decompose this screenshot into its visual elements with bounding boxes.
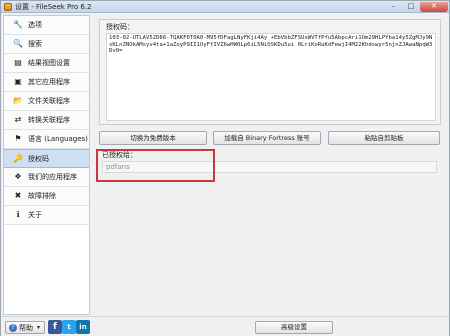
chevron-down-icon: ▾ (37, 324, 41, 331)
facebook-icon[interactable]: f (48, 320, 62, 334)
annotation-highlight-box (96, 149, 215, 182)
sidebar-item-license[interactable]: 🔑 授权码 (4, 149, 89, 168)
close-button[interactable]: ✕ (420, 2, 448, 12)
bottom-bar: ? 帮助 ▾ f t in 高级设置 (1, 316, 449, 336)
sidebar-item-label: 搜索 (28, 40, 42, 48)
sidebar-item-our-apps[interactable]: ❖ 我们的应用程序 (4, 168, 89, 187)
tools-icon: ✖ (14, 191, 22, 200)
sidebar-item-label: 转换关联程序 (28, 116, 70, 124)
sidebar-item-label: 授权码 (28, 155, 49, 163)
sidebar-item-label: 语言 (Languages) (28, 135, 88, 143)
apps-icon: ❖ (14, 172, 22, 181)
help-label: 帮助 (19, 324, 33, 332)
paste-from-clipboard-button[interactable]: 粘贴自剪贴板 (328, 131, 440, 145)
twitter-icon[interactable]: t (62, 320, 76, 334)
window-icon: ▣ (14, 77, 22, 86)
sidebar-item-search[interactable]: 🔍 搜索 (4, 35, 89, 54)
sidebar-item-label: 其它应用程序 (28, 78, 70, 86)
sidebar-item-convert-associations[interactable]: ⇄ 转换关联程序 (4, 111, 89, 130)
sidebar-item-troubleshooting[interactable]: ✖ 故障排除 (4, 187, 89, 206)
sidebar-item-options[interactable]: 🔧 选项 (4, 16, 89, 35)
info-icon: ℹ (16, 210, 20, 219)
minimize-button[interactable]: – (384, 2, 402, 12)
sidebar-item-results-view[interactable]: ▤ 结果视图设置 (4, 54, 89, 73)
maximize-button[interactable]: □ (402, 2, 420, 12)
settings-sidebar: 🔧 选项 🔍 搜索 ▤ 结果视图设置 ▣ 其它应用程序 📂 文件关联程序 ⇄ 转… (3, 15, 90, 315)
license-code-label: 授权码： (106, 23, 134, 31)
advanced-settings-button[interactable]: 高级设置 (255, 321, 333, 334)
help-button[interactable]: ? 帮助 ▾ (5, 321, 45, 334)
wrench-icon: 🔧 (13, 20, 23, 29)
fileseek-app-icon (4, 3, 12, 11)
sidebar-item-file-associations[interactable]: 📂 文件关联程序 (4, 92, 89, 111)
sidebar-item-label: 关于 (28, 211, 42, 219)
switch-to-free-button[interactable]: 切换为免费版本 (99, 131, 207, 145)
sidebar-item-label: 结果视图设置 (28, 59, 70, 67)
license-code-group: 授权码： 103-02-UTLAV52D66-TQAKF0T0A0-M95fDF… (99, 19, 441, 125)
load-from-binary-fortress-button[interactable]: 加载自 Binary Fortress 账号 (213, 131, 321, 145)
sidebar-item-languages[interactable]: ⚑ 语言 (Languages) (4, 130, 89, 149)
sidebar-item-other-apps[interactable]: ▣ 其它应用程序 (4, 73, 89, 92)
window-title: 设置 - FileSeek Pro 6.2 (15, 3, 92, 11)
settings-window: 设置 - FileSeek Pro 6.2 – □ ✕ 🔧 选项 🔍 搜索 ▤ … (0, 0, 450, 336)
magnifier-icon: 🔍 (13, 39, 23, 48)
sidebar-item-label: 选项 (28, 21, 42, 29)
sidebar-item-label: 文件关联程序 (28, 97, 70, 105)
help-icon: ? (9, 324, 17, 332)
title-bar[interactable]: 设置 - FileSeek Pro 6.2 – □ ✕ (1, 1, 449, 13)
flag-icon: ⚑ (14, 134, 22, 143)
convert-icon: ⇄ (14, 115, 22, 124)
license-code-field[interactable]: 103-02-UTLAV52D66-TQAKF0T0A0-M95fDFagLNy… (106, 33, 436, 121)
folder-icon: 📂 (13, 96, 23, 105)
grid-icon: ▤ (14, 58, 22, 67)
sidebar-item-label: 故障排除 (28, 192, 56, 200)
sidebar-item-about[interactable]: ℹ 关于 (4, 206, 89, 225)
sidebar-item-label: 我们的应用程序 (28, 173, 77, 181)
key-icon: 🔑 (13, 154, 23, 163)
linkedin-icon[interactable]: in (76, 320, 90, 334)
